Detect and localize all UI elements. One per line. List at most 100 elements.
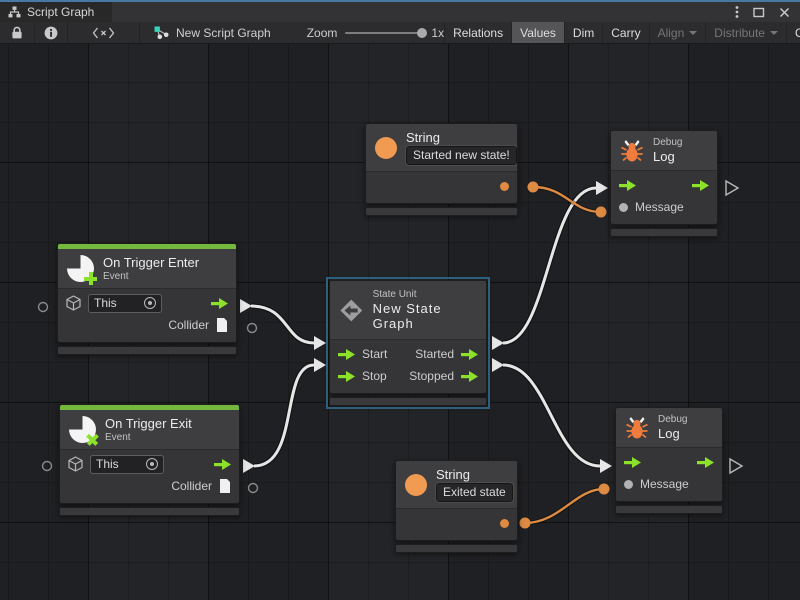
- node-subtitle: Event: [105, 432, 192, 443]
- node-title: On Trigger Enter: [103, 255, 199, 270]
- gameobject-cube-icon: [66, 295, 81, 311]
- node-debug-log-top[interactable]: Debug Log: [610, 130, 718, 237]
- relations-toggle[interactable]: Relations: [444, 22, 511, 43]
- flow-input-port[interactable]: [338, 371, 355, 382]
- align-label: Align: [658, 26, 685, 40]
- string-value-input[interactable]: Started new state!: [406, 146, 517, 165]
- relation-port-triangle[interactable]: [730, 459, 742, 473]
- node-type-label: State Unit: [373, 289, 477, 300]
- flow-output-port[interactable]: [692, 180, 709, 191]
- values-toggle[interactable]: Values: [511, 22, 564, 43]
- on-trigger-exit-icon: [69, 416, 96, 443]
- node-on-trigger-exit[interactable]: On Trigger Exit Event This: [59, 404, 240, 516]
- breadcrumb[interactable]: New Script Graph: [140, 22, 281, 43]
- flow-output-port[interactable]: [211, 298, 228, 309]
- window-controls: [735, 2, 800, 22]
- inspect-button[interactable]: [35, 22, 68, 43]
- node-debug-log-bottom[interactable]: Debug Log: [615, 407, 723, 514]
- node-footer: [59, 507, 240, 516]
- flow-input-port[interactable]: [619, 180, 636, 191]
- port-label: Collider: [168, 318, 209, 332]
- node-title: String: [436, 467, 513, 482]
- flow-input-port[interactable]: [624, 457, 641, 468]
- align-menu[interactable]: Align: [649, 22, 706, 43]
- relation-port-circle[interactable]: [43, 462, 52, 471]
- object-picker-icon[interactable]: [144, 297, 156, 309]
- tab-bar: Script Graph: [0, 2, 800, 22]
- port-label: Stopped: [409, 369, 454, 383]
- chevron-down-icon: [689, 31, 697, 35]
- gameobject-cube-icon: [68, 456, 83, 472]
- port-label: Collider: [171, 479, 212, 493]
- wire-string-to-message-bottom[interactable]: [520, 484, 610, 529]
- port-label: Message: [635, 200, 684, 214]
- breadcrumb-graph-name: New Script Graph: [176, 26, 271, 40]
- dim-toggle[interactable]: Dim: [564, 22, 602, 43]
- flow-output-port[interactable]: [461, 371, 478, 382]
- relation-port-circle[interactable]: [248, 324, 257, 333]
- node-footer: [610, 228, 718, 237]
- node-on-trigger-enter[interactable]: On Trigger Enter Event This: [57, 243, 237, 355]
- zoom-slider-handle[interactable]: [417, 28, 427, 38]
- relation-port-circle[interactable]: [249, 484, 258, 493]
- node-title: New State Graph: [373, 301, 477, 331]
- flow-output-port[interactable]: [214, 459, 231, 470]
- node-title: Log: [653, 149, 682, 164]
- zoom-slider[interactable]: [345, 32, 423, 34]
- wire-exit-to-stop[interactable]: [243, 358, 326, 473]
- string-output-port[interactable]: [500, 519, 509, 528]
- flow-output-port[interactable]: [697, 457, 714, 468]
- graph-toolbar: New Script Graph Zoom 1x Relations Value…: [0, 22, 800, 44]
- node-string-bottom[interactable]: String Exited state: [395, 460, 518, 553]
- object-picker-icon[interactable]: [146, 458, 158, 470]
- node-title: On Trigger Exit: [105, 416, 192, 431]
- distribute-menu[interactable]: Distribute: [705, 22, 786, 43]
- node-footer: [395, 544, 518, 553]
- wire-enter-to-start[interactable]: [240, 299, 326, 350]
- lock-button[interactable]: [0, 22, 35, 43]
- node-footer: [57, 346, 237, 355]
- code-view-button[interactable]: [68, 22, 140, 43]
- tab-title: Script Graph: [27, 5, 94, 19]
- message-input-port[interactable]: [624, 480, 633, 489]
- carry-toggle[interactable]: Carry: [602, 22, 648, 43]
- string-output-port[interactable]: [500, 182, 509, 191]
- port-label: Started: [415, 347, 454, 361]
- relation-port-triangle[interactable]: [726, 181, 738, 195]
- node-type-label: Debug: [653, 137, 682, 148]
- collider-output-port[interactable]: [219, 479, 231, 493]
- zoom-value: 1x: [431, 26, 444, 40]
- tab-script-graph[interactable]: Script Graph: [0, 2, 112, 22]
- node-string-top[interactable]: String Started new state!: [365, 123, 518, 216]
- string-literal-icon: [405, 474, 427, 496]
- graph-canvas[interactable]: String Started new state!: [0, 44, 800, 600]
- close-icon[interactable]: [779, 7, 790, 18]
- relation-port-circle[interactable]: [39, 303, 48, 312]
- maximize-icon[interactable]: [753, 7, 765, 18]
- target-object-dropdown[interactable]: This: [88, 294, 162, 313]
- target-object-value: This: [94, 296, 139, 310]
- toolbar-toggles: Relations Values Dim Carry Align Distrib…: [444, 22, 800, 43]
- string-literal-icon: [375, 137, 397, 159]
- node-state-unit[interactable]: State Unit New State Graph Start Started: [329, 280, 487, 406]
- string-value-input[interactable]: Exited state: [436, 483, 513, 502]
- node-footer: [615, 505, 723, 514]
- plus-badge-icon: [84, 272, 97, 285]
- zoom-control: Zoom 1x: [281, 22, 444, 43]
- flow-output-port[interactable]: [461, 349, 478, 360]
- flow-input-port[interactable]: [338, 349, 355, 360]
- info-icon: [44, 26, 58, 40]
- overview-button[interactable]: Overview: [786, 22, 800, 43]
- node-title: String: [406, 130, 517, 145]
- wire-stopped-to-log[interactable]: [492, 358, 612, 473]
- target-object-dropdown[interactable]: This: [90, 455, 164, 474]
- bug-icon: [625, 416, 649, 440]
- node-title: Log: [658, 426, 687, 441]
- port-label: Start: [362, 347, 387, 361]
- node-footer: [329, 397, 487, 406]
- window-menu-icon[interactable]: [735, 5, 739, 19]
- collider-output-port[interactable]: [216, 318, 228, 332]
- message-input-port[interactable]: [619, 203, 628, 212]
- bug-icon: [620, 139, 644, 163]
- port-label: Stop: [362, 369, 387, 383]
